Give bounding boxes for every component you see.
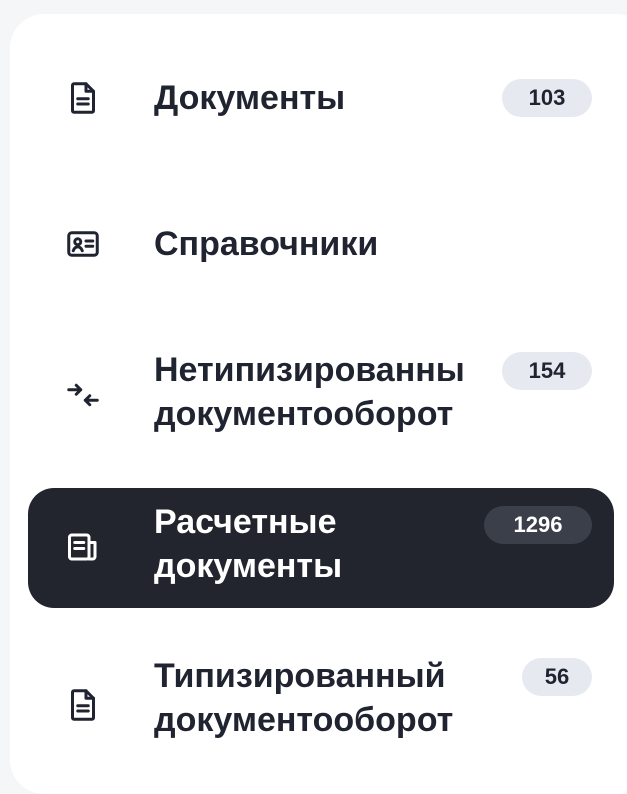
sidebar-item-label: Расчетные документы bbox=[154, 503, 343, 585]
document-icon bbox=[62, 684, 104, 726]
sidebar-item-label: Документы bbox=[154, 79, 346, 117]
contact-card-icon bbox=[62, 223, 104, 265]
arrows-exchange-icon bbox=[62, 374, 104, 416]
sidebar-item-label: Нетипизированны документооборот bbox=[154, 351, 465, 433]
count-badge: 1296 bbox=[484, 506, 592, 544]
sidebar-item-typed-workflow[interactable]: Типизированный документооборот 56 bbox=[28, 648, 614, 756]
document-icon bbox=[62, 77, 104, 119]
sidebar-item-payment-documents[interactable]: Расчетные документы 1296 bbox=[28, 488, 614, 608]
count-badge: 154 bbox=[502, 352, 592, 390]
sidebar-item-label: Справочники bbox=[154, 225, 379, 263]
sidebar-item-label: Типизированный документооборот bbox=[154, 657, 454, 739]
count-badge: 56 bbox=[522, 658, 592, 696]
sidebar-item-directories[interactable]: Справочники bbox=[28, 216, 614, 272]
receipt-icon bbox=[62, 526, 104, 568]
sidebar-item-documents[interactable]: Документы 103 bbox=[28, 70, 614, 126]
count-badge: 103 bbox=[502, 79, 592, 117]
sidebar-item-untyped-workflow[interactable]: Нетипизированны документооборот 154 bbox=[28, 340, 614, 448]
